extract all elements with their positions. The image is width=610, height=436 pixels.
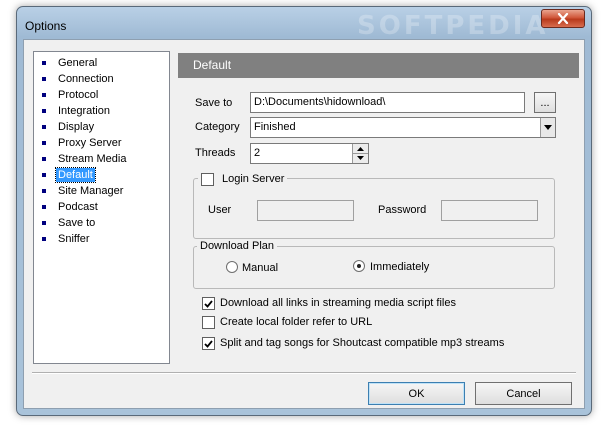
ok-button[interactable]: OK — [368, 382, 465, 405]
tree-item-site-manager[interactable]: Site Manager — [34, 183, 169, 199]
threads-stepper[interactable]: 2 — [250, 143, 369, 164]
immediately-radio[interactable] — [353, 260, 365, 272]
category-label: Category — [195, 121, 240, 133]
bullet-icon — [42, 221, 46, 225]
tree-item-general[interactable]: General — [34, 55, 169, 71]
bullet-icon — [42, 157, 46, 161]
tree-item-display[interactable]: Display — [34, 119, 169, 135]
bullet-icon — [42, 93, 46, 97]
title-bar[interactable]: Options SOFTPEDIA — [17, 7, 591, 41]
password-label: Password — [378, 204, 427, 216]
tree-item-label: General — [58, 57, 98, 69]
tree-item-label: Default — [55, 167, 96, 183]
bullet-icon — [42, 77, 46, 81]
bullet-icon — [42, 205, 46, 209]
login-server-toggle[interactable]: Login Server — [198, 172, 288, 186]
tree-item-connection[interactable]: Connection — [34, 71, 169, 87]
check-icon — [204, 339, 213, 348]
immediately-label[interactable]: Immediately — [370, 261, 429, 273]
tree-item-label: Sniffer — [58, 233, 90, 245]
tree-item-label: Protocol — [58, 89, 99, 101]
close-button[interactable] — [541, 9, 585, 28]
panel-header: Default — [178, 53, 579, 78]
footer-divider — [32, 372, 576, 374]
login-server-label: Login Server — [222, 173, 285, 185]
threads-value: 2 — [254, 147, 261, 159]
category-value: Finished — [254, 121, 296, 133]
download-plan-legend: Download Plan — [197, 240, 277, 252]
threads-spinner[interactable] — [352, 144, 368, 163]
spin-down-button[interactable] — [353, 153, 368, 162]
options-window: Options SOFTPEDIA General Connection Pro… — [16, 6, 592, 416]
radio-selected-dot — [357, 264, 361, 268]
arrow-down-icon — [357, 156, 364, 160]
bullet-icon — [42, 109, 46, 113]
bullet-icon — [42, 61, 46, 65]
tree-item-label: Site Manager — [58, 185, 124, 197]
user-input[interactable] — [257, 200, 354, 221]
password-input[interactable] — [441, 200, 538, 221]
spin-up-button[interactable] — [353, 144, 368, 153]
bullet-icon — [42, 125, 46, 129]
login-server-checkbox[interactable] — [201, 172, 214, 186]
dialog-client: General Connection Protocol Integration … — [23, 39, 585, 409]
tree-item-label: Connection — [58, 73, 114, 85]
close-icon — [557, 13, 569, 24]
bullet-icon — [42, 141, 46, 145]
tree-item-integration[interactable]: Integration — [34, 103, 169, 119]
cancel-button[interactable]: Cancel — [475, 382, 572, 405]
tree-item-stream-media[interactable]: Stream Media — [34, 151, 169, 167]
bullet-icon — [42, 237, 46, 241]
tree-item-sniffer[interactable]: Sniffer — [34, 231, 169, 247]
tree-item-default[interactable]: Default — [34, 167, 169, 183]
split-tag-checkbox[interactable] — [202, 337, 215, 350]
category-dropdown-button[interactable] — [540, 118, 555, 137]
tree-item-label: Integration — [58, 105, 110, 117]
check-icon — [204, 299, 213, 308]
manual-radio[interactable] — [226, 261, 238, 273]
arrow-up-icon — [357, 146, 364, 151]
tree-item-podcast[interactable]: Podcast — [34, 199, 169, 215]
tree-item-proxy-server[interactable]: Proxy Server — [34, 135, 169, 151]
tree-item-label: Podcast — [58, 201, 98, 213]
tree-item-label: Save to — [58, 217, 96, 229]
local-folder-checkbox[interactable] — [202, 316, 215, 329]
tree-item-label: Stream Media — [58, 153, 127, 165]
watermark-logo: SOFTPEDIA — [357, 11, 549, 41]
tree-item-label: Proxy Server — [58, 137, 122, 149]
tree-item-label: Display — [58, 121, 95, 133]
manual-label[interactable]: Manual — [242, 262, 278, 274]
category-tree[interactable]: General Connection Protocol Integration … — [33, 51, 170, 364]
browse-button[interactable]: ... — [534, 92, 556, 113]
tree-item-protocol[interactable]: Protocol — [34, 87, 169, 103]
split-tag-label[interactable]: Split and tag songs for Shoutcast compat… — [220, 337, 504, 349]
chevron-down-icon — [544, 125, 552, 130]
threads-label: Threads — [195, 147, 236, 159]
save-to-input[interactable]: D:\Documents\hidownload\ — [250, 92, 525, 113]
tree-item-save-to[interactable]: Save to — [34, 215, 169, 231]
local-folder-label[interactable]: Create local folder refer to URL — [220, 316, 372, 328]
user-label: User — [208, 204, 232, 216]
bullet-icon — [42, 189, 46, 193]
window-title: Options — [25, 19, 67, 33]
save-to-label: Save to — [195, 97, 233, 109]
bullet-icon — [42, 173, 46, 177]
streaming-links-label[interactable]: Download all links in streaming media sc… — [220, 297, 456, 309]
category-select[interactable]: Finished — [250, 117, 556, 138]
streaming-links-checkbox[interactable] — [202, 297, 215, 310]
